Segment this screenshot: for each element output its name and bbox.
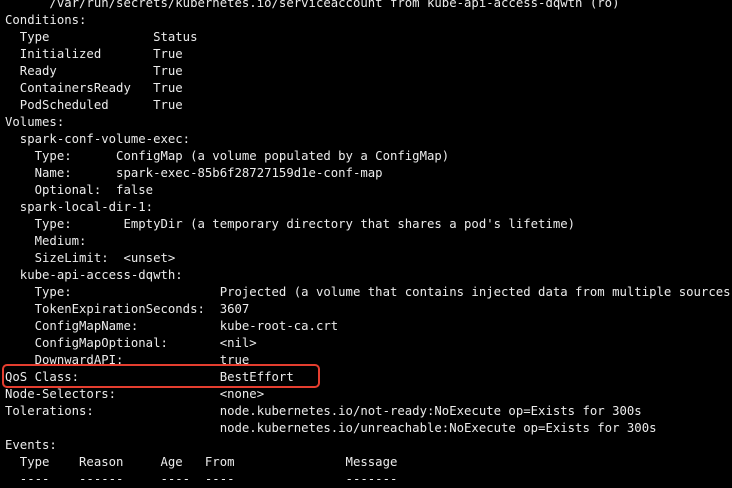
events-header-row: Type Reason Age From Message	[5, 455, 398, 469]
condition-pod-scheduled: PodScheduled True	[5, 98, 183, 112]
volume-spark-conf-optional: Optional: false	[5, 183, 154, 197]
volume-spark-conf-name: Name: spark-exec-85b6f28727159d1e-conf-m…	[5, 166, 383, 180]
volume-spark-local-dir: spark-local-dir-1:	[5, 200, 154, 214]
events-heading: Events:	[5, 438, 57, 452]
conditions-heading: Conditions:	[5, 13, 87, 27]
volume-spark-conf: spark-conf-volume-exec:	[5, 132, 191, 146]
volume-local-dir-type: Type: EmptyDir (a temporary directory th…	[5, 217, 576, 231]
condition-ready: Ready True	[5, 64, 183, 78]
volume-configmap-optional: ConfigMapOptional: <nil>	[5, 336, 257, 350]
condition-containers-ready: ContainersReady True	[5, 81, 183, 95]
volume-token-expiration: TokenExpirationSeconds: 3607	[5, 302, 250, 316]
condition-initialized: Initialized True	[5, 47, 183, 61]
terminal-window[interactable]: /var/run/secrets/kubernetes.io/serviceac…	[0, 0, 732, 486]
volume-local-dir-sizelimit: SizeLimit: <unset>	[5, 251, 176, 265]
volume-local-dir-medium: Medium:	[5, 234, 87, 248]
volume-projected-type: Type: Projected (a volume that contains …	[5, 285, 732, 299]
tolerations-line-2: node.kubernetes.io/unreachable:NoExecute…	[5, 421, 657, 435]
volume-spark-conf-type: Type: ConfigMap (a volume populated by a…	[5, 149, 450, 163]
mount-line: /var/run/secrets/kubernetes.io/serviceac…	[5, 0, 620, 10]
tolerations-line: Tolerations: node.kubernetes.io/not-read…	[5, 404, 642, 418]
volume-kube-api-access: kube-api-access-dqwth:	[5, 268, 183, 282]
volumes-heading: Volumes:	[5, 115, 65, 129]
conditions-header-row: Type Status	[5, 30, 198, 44]
events-separator-row: ---- ------ ---- ---- -------	[5, 472, 398, 486]
volume-configmap-name: ConfigMapName: kube-root-ca.crt	[5, 319, 339, 333]
qos-class-highlight-box	[2, 364, 320, 388]
node-selectors-line: Node-Selectors: <none>	[5, 387, 265, 401]
